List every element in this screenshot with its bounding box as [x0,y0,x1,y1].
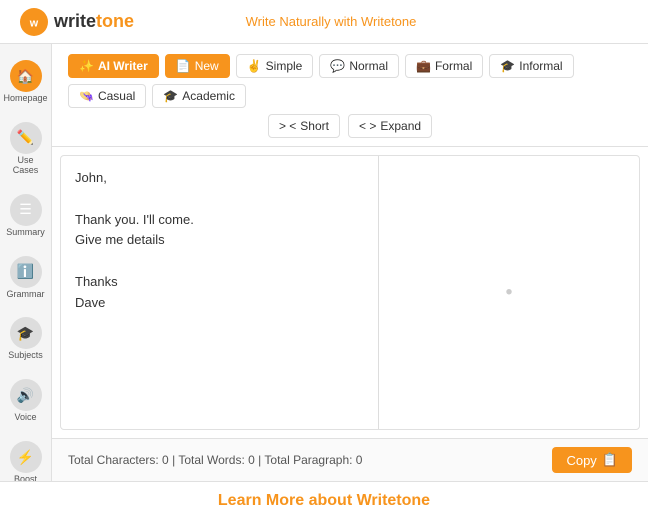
ai-writer-icon: ✨ [79,59,94,73]
sidebar-item-use-cases[interactable]: ✏️ Use Cases [3,116,49,182]
casual-label: Casual [98,89,135,103]
sidebar-item-summary[interactable]: ☰ Summary [3,188,49,244]
toolbar-row2: > < Short < > Expand [68,114,632,138]
summary-icon: ☰ [10,194,42,226]
sidebar: 🏠 Homepage ✏️ Use Cases ☰ Summary ℹ️ Gra… [0,44,52,481]
sidebar-label-voice: Voice [14,413,36,423]
paragraph-label: Total Paragraph: [264,453,352,467]
normal-label: Normal [349,59,388,73]
editor-line-1: John, [75,168,364,189]
editor-left[interactable]: John, Thank you. I'll come. Give me deta… [61,156,379,429]
ai-writer-label: AI Writer [98,59,148,73]
casual-button[interactable]: 👒 Casual [68,84,146,108]
header: w writetone Write Naturally with Writeto… [0,0,648,44]
short-label: Short [300,119,329,133]
voice-icon: 🔊 [10,379,42,411]
status-bar: Total Characters: 0 | Total Words: 0 | T… [52,438,648,481]
words-value: 0 [248,453,255,467]
new-label: New [195,59,219,73]
logo-icon: w [20,8,48,36]
grammar-icon: ℹ️ [10,256,42,288]
sidebar-label-subjects: Subjects [8,351,43,361]
toolbar: ✨ AI Writer 📄 New ✌️ Simple 💬 Normal 💼 [52,44,648,147]
boost-icon: ⚡ [10,441,42,473]
new-icon: 📄 [176,59,191,73]
header-tagline: Write Naturally with Writetone [246,14,417,29]
subjects-icon: 🎓 [10,317,42,349]
expand-button[interactable]: < > Expand [348,114,432,138]
home-icon: 🏠 [10,60,42,92]
logo: w writetone [20,8,134,36]
sidebar-item-boost-editor[interactable]: ⚡ Boost Editor [3,435,49,481]
sidebar-label-grammar: Grammar [7,290,45,300]
simple-icon: ✌️ [247,59,262,73]
sidebar-item-subjects[interactable]: 🎓 Subjects [3,311,49,367]
expand-chevrons-icon: < > [359,119,376,133]
informal-button[interactable]: 🎓 Informal [489,54,573,78]
status-text: Total Characters: 0 | Total Words: 0 | T… [68,453,362,467]
svg-text:w: w [29,17,39,29]
sidebar-item-voice[interactable]: 🔊 Voice [3,373,49,429]
informal-label: Informal [519,59,562,73]
new-button[interactable]: 📄 New [165,54,230,78]
pencil-icon: ✏️ [10,122,42,154]
normal-icon: 💬 [330,59,345,73]
characters-value: 0 [162,453,169,467]
editor-wrapper: John, Thank you. I'll come. Give me deta… [52,147,648,438]
simple-label: Simple [266,59,303,73]
informal-icon: 🎓 [500,59,515,73]
toolbar-row1: ✨ AI Writer 📄 New ✌️ Simple 💬 Normal 💼 [68,54,632,108]
main-layout: 🏠 Homepage ✏️ Use Cases ☰ Summary ℹ️ Gra… [0,44,648,481]
learn-more-link[interactable]: Learn More about Writetone [218,492,430,509]
expand-label: Expand [380,119,421,133]
simple-button[interactable]: ✌️ Simple [236,54,314,78]
editor-area: John, Thank you. I'll come. Give me deta… [60,155,640,430]
sidebar-label-use-cases: Use Cases [7,156,45,176]
editor-line-3: Give me details [75,230,364,251]
copy-icon: 📋 [602,452,618,468]
normal-button[interactable]: 💬 Normal [319,54,399,78]
characters-label: Total Characters: [68,453,159,467]
editor-right [379,156,639,429]
formal-button[interactable]: 💼 Formal [405,54,483,78]
footer: Learn More about Writetone [0,481,648,520]
paragraph-value: 0 [356,453,363,467]
sidebar-label-summary: Summary [6,228,45,238]
academic-icon: 🎓 [163,89,178,103]
sidebar-item-grammar[interactable]: ℹ️ Grammar [3,250,49,306]
logo-text: writetone [54,11,134,32]
ai-writer-button[interactable]: ✨ AI Writer [68,54,159,78]
sidebar-label-homepage: Homepage [3,94,47,104]
words-label: Total Words: [178,453,244,467]
formal-label: Formal [435,59,472,73]
editor-line-2: Thank you. I'll come. [75,210,364,231]
short-chevrons-icon: > < [279,119,296,133]
short-button[interactable]: > < Short [268,114,340,138]
copy-button[interactable]: Copy 📋 [552,447,632,473]
sidebar-item-homepage[interactable]: 🏠 Homepage [3,54,49,110]
academic-button[interactable]: 🎓 Academic [152,84,246,108]
editor-line-4: Thanks [75,272,364,293]
casual-icon: 👒 [79,89,94,103]
content-area: ✨ AI Writer 📄 New ✌️ Simple 💬 Normal 💼 [52,44,648,481]
formal-icon: 💼 [416,59,431,73]
academic-label: Academic [182,89,235,103]
copy-label: Copy [566,453,596,468]
editor-line-5: Dave [75,293,364,314]
